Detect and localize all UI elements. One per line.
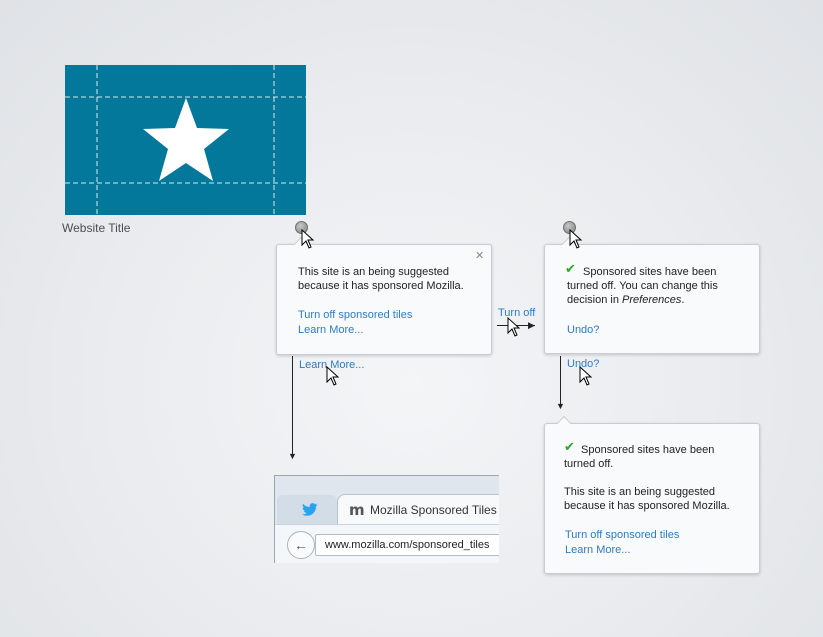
arrow-down-icon: ▼ [288,451,297,461]
panel-message-line: Sponsored sites have been [581,444,715,456]
panel-message-line: turned off. You can change this [567,280,718,292]
mozilla-m-icon: m [349,501,365,519]
mouse-cursor-icon [579,366,593,386]
turned-off-panel: ✔ Sponsored sites have been turned off. … [544,236,760,354]
panel-message-line: Sponsored sites have been [583,266,717,278]
back-arrow-icon: ← [294,537,308,553]
twitter-icon [302,503,318,516]
panel-message-line: because it has sponsored Mozilla. [298,280,464,292]
panel-message-line: decision in Preferences. [567,294,685,306]
flow-arrow-line [292,356,293,454]
checkmark-icon: ✔ [564,439,575,454]
arrow-right-icon: ▶ [528,320,535,330]
turn-off-sponsored-tiles-link[interactable]: Turn off sponsored tiles [298,308,412,322]
close-icon[interactable]: ✕ [475,249,484,263]
website-tile[interactable] [65,65,306,215]
browser-toolbar: ← www.mozilla.com/sponsored_tiles [275,524,499,563]
combined-info-panel: ✔ Sponsored sites have been turned off. … [544,415,760,574]
checkmark-icon: ✔ [565,261,576,276]
flow-arrow-line [560,356,561,404]
tab-mozilla-sponsored-tiles[interactable]: m Mozilla Sponsored Tiles [337,494,499,525]
tile-title: Website Title [62,221,131,235]
preferences-text: Preferences [622,294,682,306]
panel-message-line: turned off. [564,458,614,470]
panel-message-line: because it has sponsored Mozilla. [564,500,730,512]
learn-more-link[interactable]: Learn More... [298,323,363,337]
back-button[interactable]: ← [287,531,315,559]
undo-link[interactable]: Undo? [567,323,599,337]
mouse-cursor-icon [301,229,315,249]
learn-more-link[interactable]: Learn More... [565,543,630,557]
browser-window-preview: m Mozilla Sponsored Tiles ← www.mozilla.… [274,475,499,563]
url-bar[interactable]: www.mozilla.com/sponsored_tiles [315,534,499,556]
panel-message-line: This site is an being suggested [564,486,716,498]
tab-label: Mozilla Sponsored Tiles [370,503,497,517]
tab-twitter[interactable] [277,495,337,525]
mouse-cursor-icon [326,366,340,386]
mouse-cursor-icon [569,229,583,249]
sponsored-info-panel: ✕ This site is an being suggested becaus… [276,236,492,355]
tile-thumbnail [65,65,306,215]
panel-message-line: This site is an being suggested [298,266,450,278]
panel-arrow [556,415,572,431]
star-icon [143,98,229,181]
turn-off-sponsored-tiles-link[interactable]: Turn off sponsored tiles [565,528,679,542]
arrow-down-icon: ▼ [556,401,565,411]
mouse-cursor-icon [507,317,521,337]
